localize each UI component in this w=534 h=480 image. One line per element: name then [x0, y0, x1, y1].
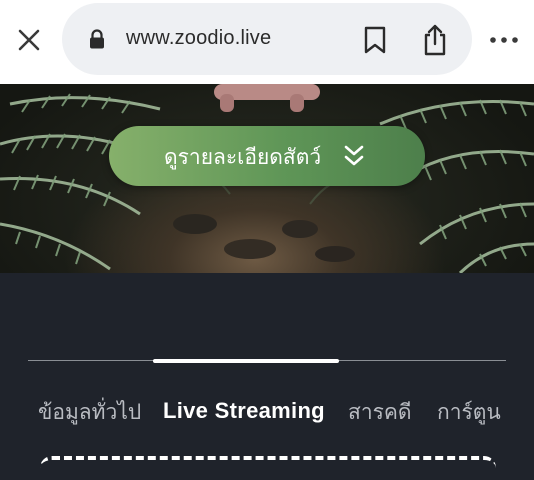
tab-live-streaming[interactable]: Live Streaming	[163, 398, 325, 424]
address-bar[interactable]: www.zoodio.live	[62, 3, 472, 75]
url-text[interactable]: www.zoodio.live	[126, 27, 271, 50]
double-chevron-down-icon	[343, 144, 365, 168]
tab-bar: ข้อมูลทั่วไป Live Streaming สารคดี การ์ต…	[0, 396, 534, 428]
cta-label: ดูรายละเอียดสัตว์	[164, 145, 322, 169]
bookmark-icon[interactable]	[362, 25, 388, 55]
lock-icon	[88, 29, 106, 49]
browser-toolbar: www.zoodio.live	[0, 0, 534, 84]
active-tab-indicator	[153, 359, 339, 363]
tab-documentary[interactable]: สารคดี	[348, 396, 412, 428]
view-animal-details-button[interactable]: ดูรายละเอียดสัตว์	[109, 126, 425, 186]
more-icon[interactable]	[486, 25, 522, 55]
tab-general-info[interactable]: ข้อมูลทั่วไป	[38, 396, 141, 428]
share-icon[interactable]	[420, 23, 450, 57]
tab-cartoon[interactable]: การ์ตูน	[437, 396, 501, 428]
close-icon[interactable]	[14, 25, 44, 55]
dashed-card-top	[40, 456, 496, 480]
hero-image: ดูรายละเอียดสัตว์	[0, 84, 534, 273]
